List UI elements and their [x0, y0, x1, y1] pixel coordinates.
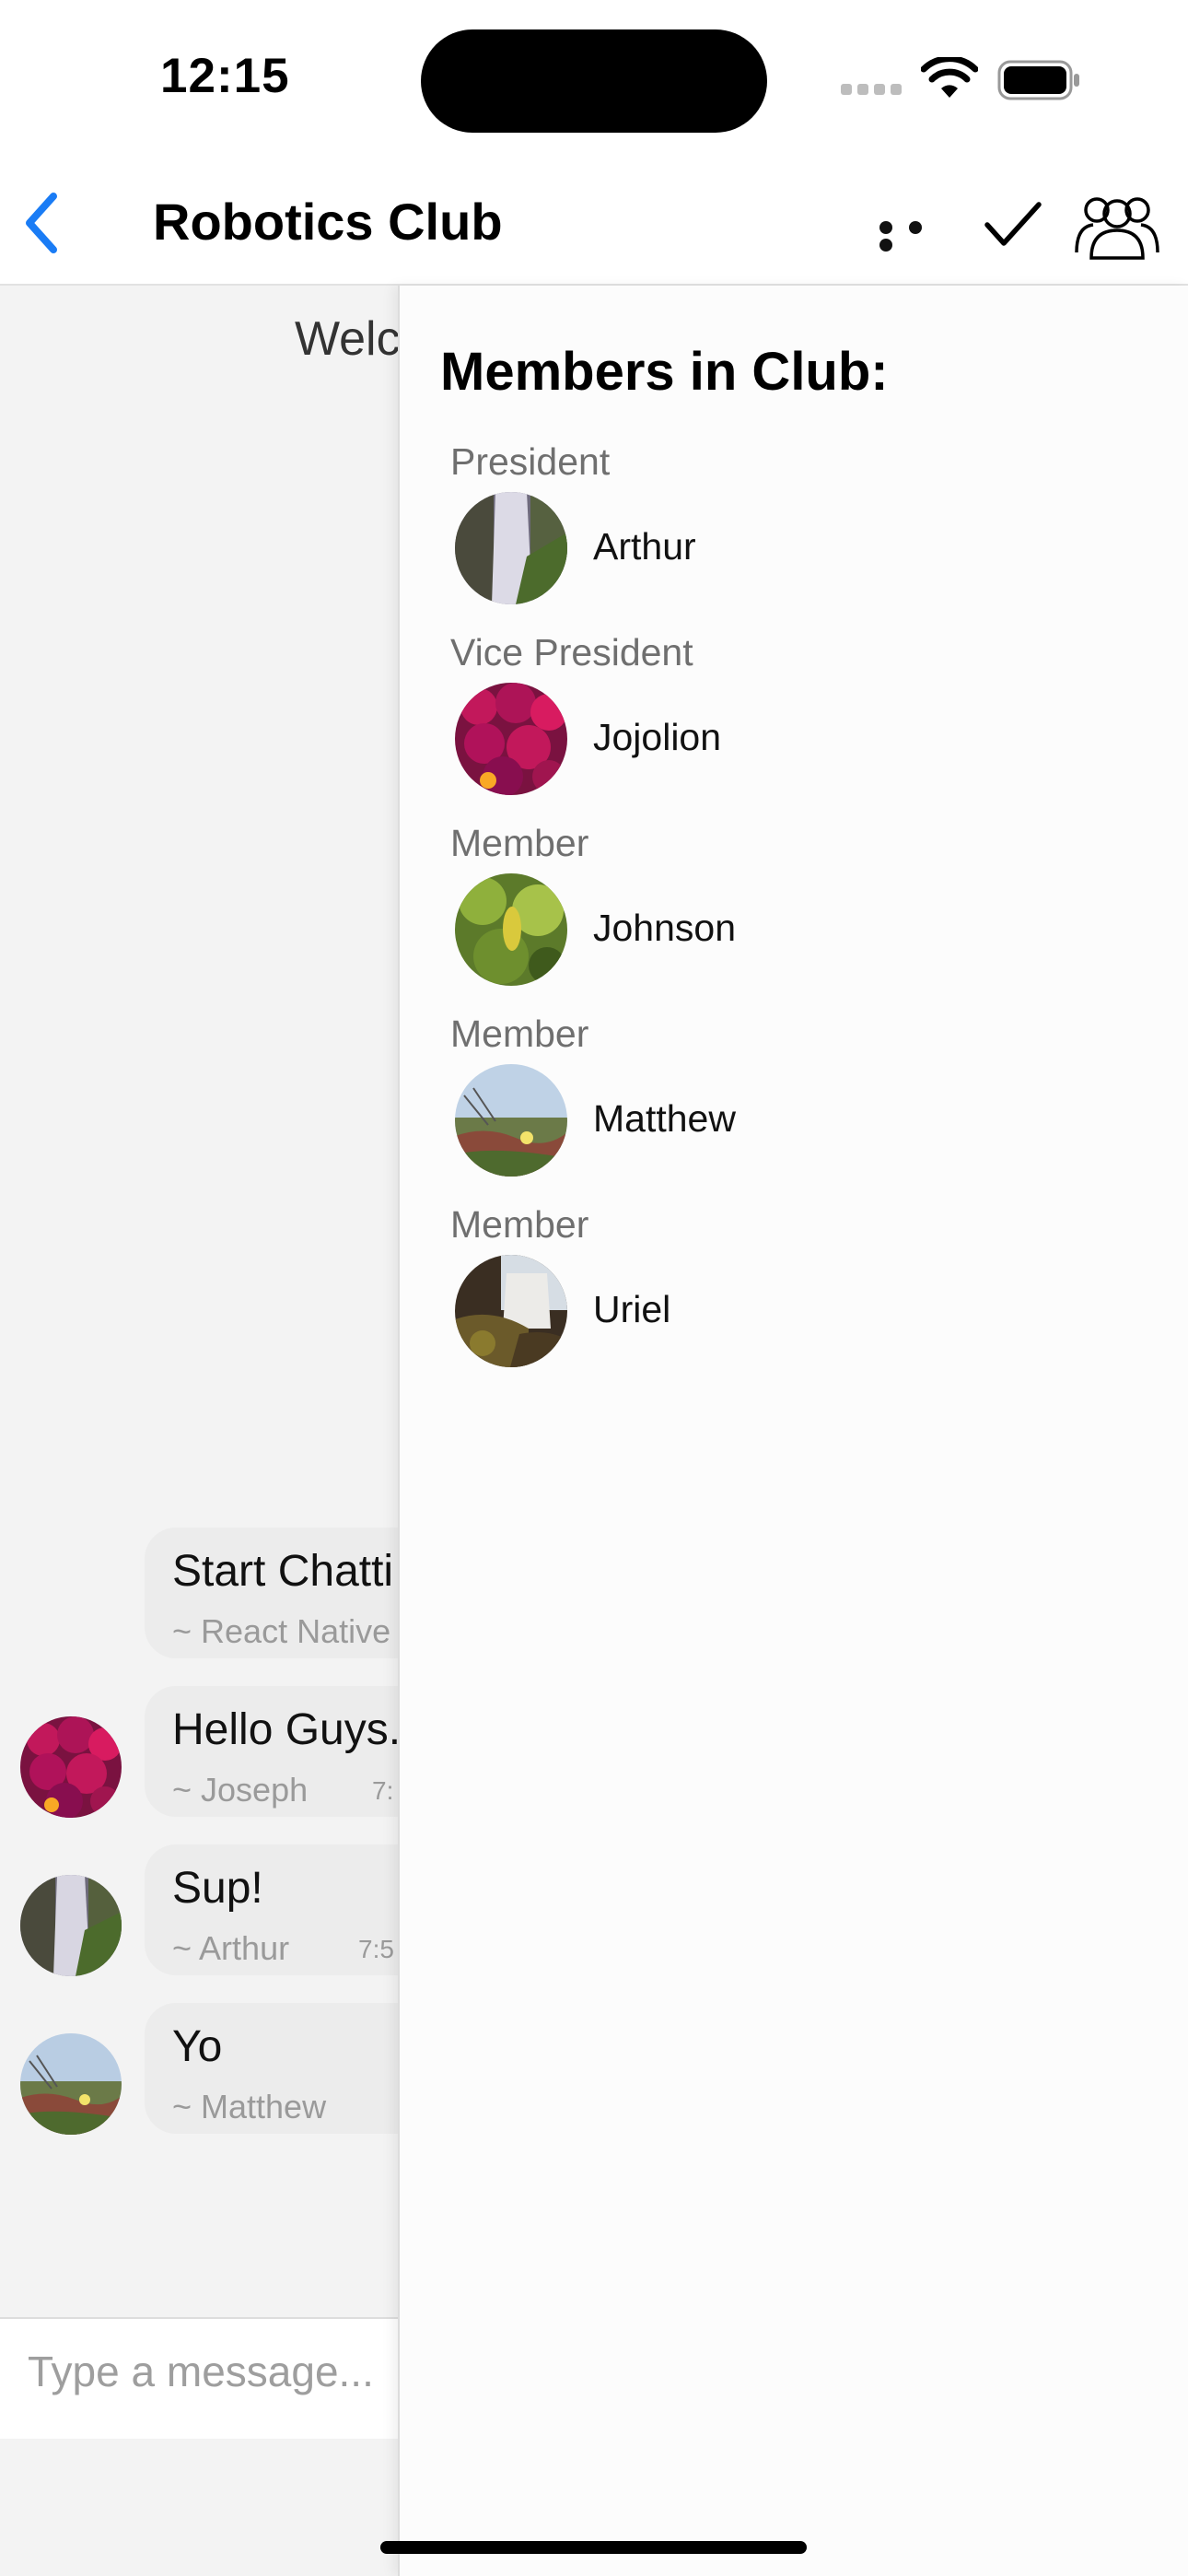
welcome-text: Welc [295, 312, 401, 366]
status-time: 12:15 [160, 49, 290, 103]
avatar[interactable] [20, 2033, 122, 2135]
message-sender: ~ Matthew [172, 2088, 327, 2125]
chat-header: Robotics Club [0, 166, 1188, 286]
cellular-signal-icon [841, 83, 907, 100]
member-item[interactable]: Member Uriel [400, 1203, 1188, 1393]
message-text: Sup! [172, 1864, 263, 1913]
battery-icon [997, 60, 1079, 100]
member-name: Arthur [593, 525, 696, 568]
message-input[interactable]: Type a message... [28, 2347, 374, 2396]
avatar [455, 1255, 567, 1367]
message-text: Start Chatti [172, 1547, 394, 1596]
avatar[interactable] [20, 1716, 122, 1818]
home-indicator [380, 2541, 807, 2554]
message-time: 7: [372, 1776, 394, 1805]
member-name: Matthew [593, 1097, 736, 1140]
avatar [455, 492, 567, 604]
avatar [455, 873, 567, 986]
wifi-icon [921, 57, 978, 98]
avatar[interactable] [20, 1875, 122, 1976]
back-chevron-icon[interactable] [15, 189, 70, 257]
member-role: Member [450, 822, 589, 864]
message-text: Hello Guys. [172, 1705, 402, 1754]
group-members-icon[interactable] [1073, 186, 1161, 260]
message-time: 7:5 [358, 1935, 394, 1963]
avatar [455, 683, 567, 795]
member-name: Jojolion [593, 716, 722, 758]
member-name: Uriel [593, 1288, 671, 1330]
message-sender: ~ Arthur [172, 1929, 290, 1967]
member-role: Member [450, 1013, 589, 1055]
member-item[interactable]: Vice President Jojolion [400, 631, 1188, 821]
member-role: Member [450, 1203, 589, 1246]
member-item[interactable]: President Arthur [400, 440, 1188, 630]
message-sender: ~ Joseph [172, 1771, 309, 1809]
message-sender: ~ React Native [172, 1612, 391, 1650]
avatar [455, 1064, 567, 1177]
drawer-title: Members in Club: [440, 342, 889, 402]
checkmark-icon[interactable] [984, 201, 1042, 249]
member-item[interactable]: Member Matthew [400, 1013, 1188, 1202]
chat-title: Robotics Club [153, 193, 503, 251]
member-role: Vice President [450, 631, 693, 673]
status-bar: 12:15 [0, 0, 1188, 157]
message-text: Yo [172, 2022, 223, 2071]
member-item[interactable]: Member Johnson [400, 822, 1188, 1012]
member-role: President [450, 440, 611, 483]
dynamic-island [421, 29, 767, 133]
members-drawer: Members in Club: President Arthur Vice P… [398, 286, 1188, 2576]
more-options-icon[interactable] [879, 221, 953, 252]
member-name: Johnson [593, 907, 737, 949]
